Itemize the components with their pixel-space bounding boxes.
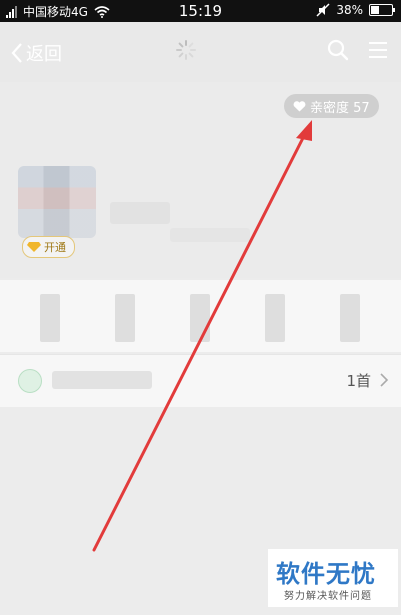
heart-icon — [293, 100, 306, 111]
blurred-info — [170, 228, 250, 242]
back-icon — [11, 43, 22, 63]
intimacy-label: 亲密度 57 — [310, 100, 370, 116]
music-row[interactable]: 1首 — [0, 354, 401, 407]
mute-icon — [316, 3, 330, 17]
back-label: 返回 — [26, 44, 62, 65]
blurred-cell — [340, 294, 360, 342]
status-bar: 中国移动4G 15:19 38% — [0, 0, 401, 22]
battery-text: 38% — [336, 3, 363, 17]
info-strip — [0, 280, 401, 352]
menu-icon[interactable] — [366, 38, 390, 62]
header-bar: 返回 — [0, 22, 401, 82]
blurred-cell — [40, 294, 60, 342]
blurred-cell — [265, 294, 285, 342]
back-button[interactable]: 返回 — [10, 40, 62, 66]
chevron-right-icon — [380, 373, 389, 387]
blurred-cell — [115, 294, 135, 342]
vip-label: 开通 — [44, 241, 66, 254]
watermark-title: 软件无忧 — [276, 560, 376, 588]
blurred-music-title — [52, 371, 152, 389]
status-right: 38% — [316, 3, 395, 17]
battery-icon — [369, 4, 395, 16]
watermark-subtitle: 努力解决软件问题 — [284, 591, 372, 602]
search-icon[interactable] — [326, 38, 350, 62]
watermark-logo: 软件无忧 努力解决软件问题 — [268, 549, 398, 607]
intimacy-badge[interactable]: 亲密度 57 — [284, 94, 379, 118]
blurred-cell — [190, 294, 210, 342]
blurred-name — [110, 202, 170, 224]
music-icon — [18, 369, 42, 393]
avatar[interactable] — [18, 166, 96, 238]
vip-badge[interactable]: 开通 — [22, 236, 75, 258]
profile-section: 亲密度 57 开通 — [0, 82, 401, 278]
loading-spinner-icon — [176, 40, 196, 60]
music-count: 1首 — [346, 372, 371, 390]
diamond-icon — [27, 242, 41, 252]
